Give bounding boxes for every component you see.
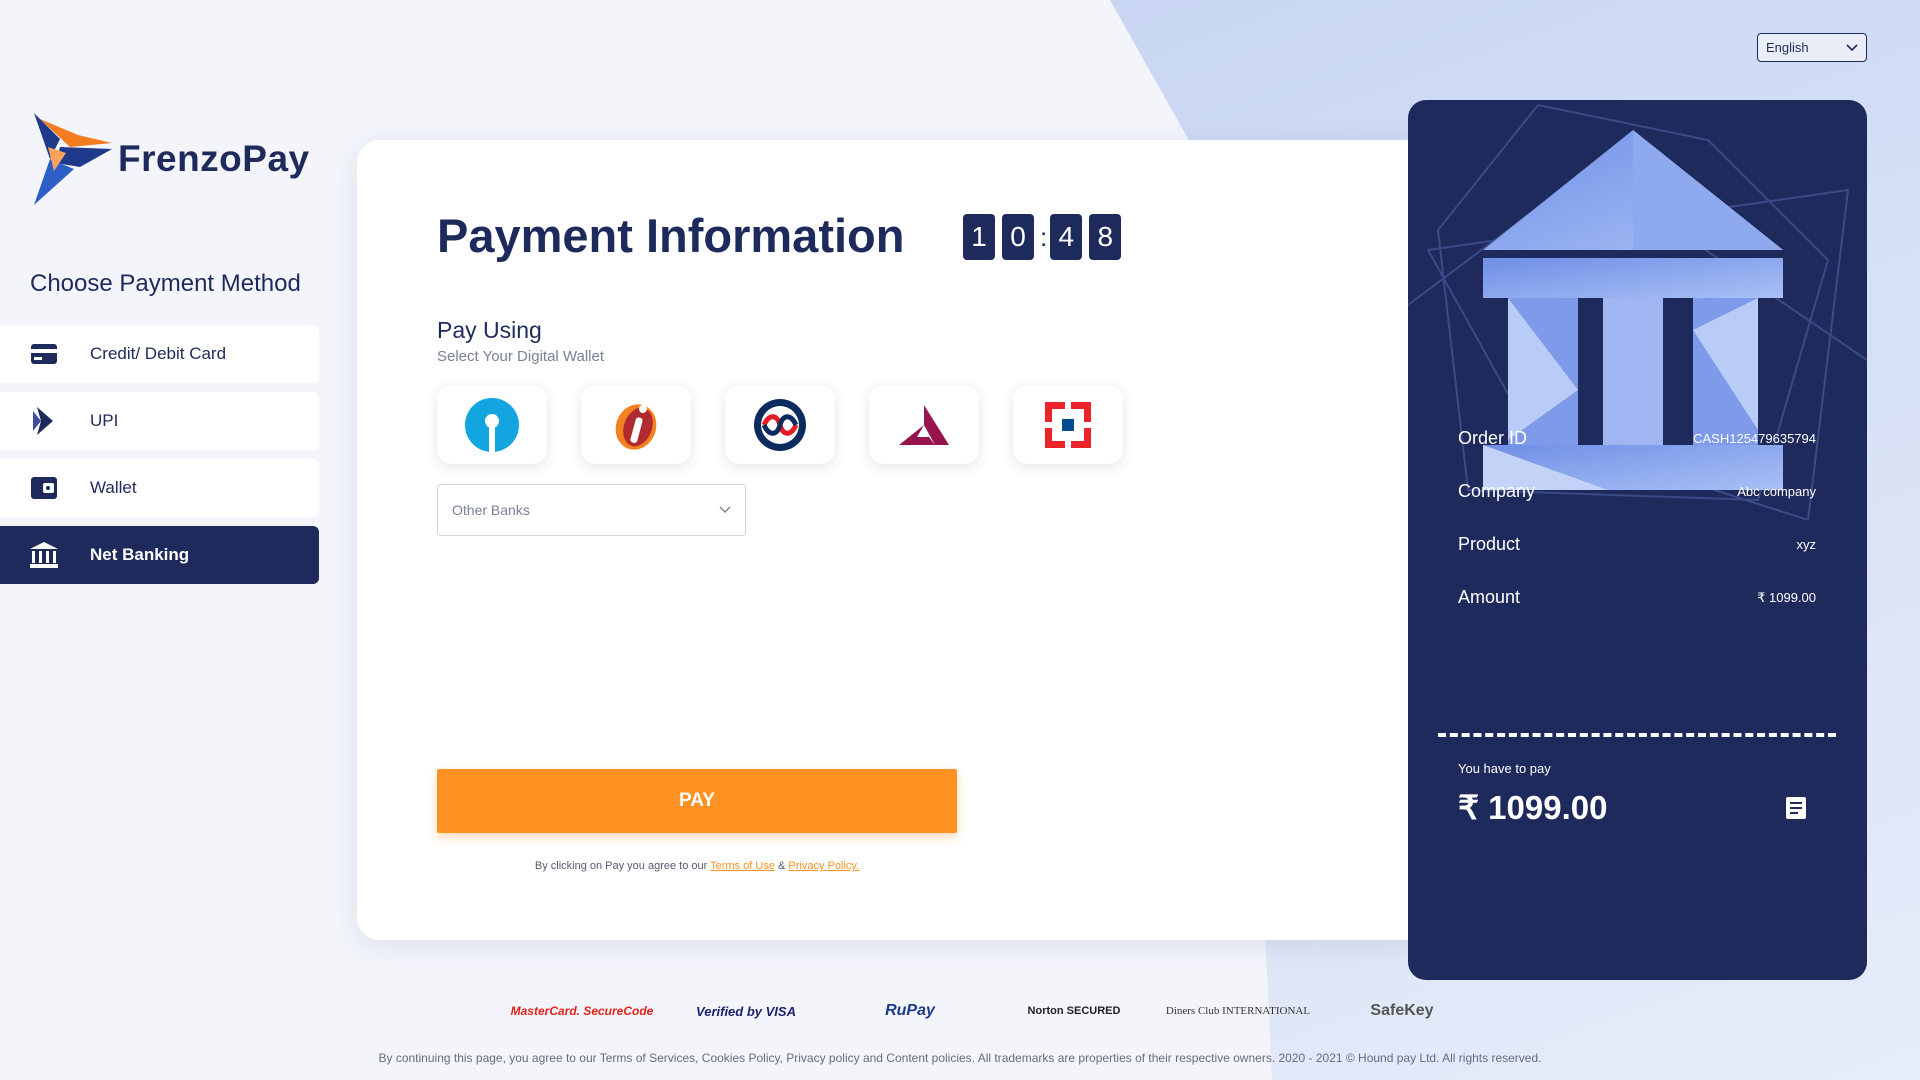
agreement-text: By clicking on Pay you agree to our Term… (437, 860, 957, 872)
other-banks-placeholder: Other Banks (452, 502, 530, 518)
order-id-row: Order ID CASH125479635794 (1458, 428, 1816, 449)
order-summary-panel: Order ID CASH125479635794 Company Abc co… (1408, 100, 1867, 980)
hdfc-logo-icon (1044, 401, 1092, 449)
language-value: English (1766, 40, 1809, 55)
card-icon (29, 340, 59, 368)
timer-digit: 1 (963, 214, 995, 260)
footer-legal-text: By continuing this page, you agree to ou… (378, 1051, 1542, 1065)
norton-secured-logo: Norton SECURED (1027, 1005, 1121, 1017)
company-label: Company (1458, 481, 1536, 501)
terms-link[interactable]: Terms of Use (710, 860, 775, 872)
wallet-icon (29, 474, 59, 502)
nav-item-wallet[interactable]: Wallet (0, 459, 319, 517)
nav-item-card[interactable]: Credit/ Debit Card (0, 325, 319, 383)
company-value: Abc company (1737, 484, 1816, 499)
nav-label-wallet: Wallet (90, 478, 137, 497)
amount-row: Amount ₹ 1099.00 (1458, 587, 1816, 608)
nav-label-card: Credit/ Debit Card (90, 344, 227, 363)
select-wallet-subtitle: Select Your Digital Wallet (437, 348, 605, 365)
timer-digit: 0 (1002, 214, 1034, 260)
company-row: Company Abc company (1458, 481, 1816, 502)
product-label: Product (1458, 534, 1521, 554)
total-amount: ₹ 1099.00 (1458, 789, 1608, 826)
other-banks-select[interactable]: Other Banks (437, 484, 746, 536)
chevron-down-icon (719, 506, 731, 513)
timer-digit: 8 (1089, 214, 1122, 260)
pay-button[interactable]: PAY (437, 769, 957, 833)
you-have-to-pay-label: You have to pay (1458, 761, 1551, 776)
verified-by-visa-logo: Verified by VISA (696, 1003, 796, 1019)
agreement-and: & (778, 860, 786, 872)
amount-value: ₹ 1099.00 (1757, 589, 1816, 605)
dashed-divider (1438, 733, 1836, 737)
product-row: Product xyz (1458, 534, 1816, 555)
sbi-logo-icon (465, 398, 519, 453)
nav-label-net-banking: Net Banking (90, 545, 190, 564)
product-value: xyz (1796, 537, 1817, 552)
rupay-logo: RuPay (885, 1002, 935, 1019)
nav-item-net-banking[interactable]: Net Banking (0, 526, 319, 584)
order-id-value: CASH125479635794 (1693, 431, 1816, 446)
bank-icon (29, 541, 59, 569)
bank-options (437, 386, 1157, 464)
frenzopay-logo-icon (34, 113, 112, 205)
order-id-label: Order ID (1458, 428, 1528, 448)
kotak-logo-icon (754, 399, 806, 451)
axis-logo-icon (899, 405, 949, 445)
page-title: Payment Information (437, 209, 905, 262)
partner-logos: MasterCard. SecureCode Verified by VISA … (500, 1002, 1484, 1020)
privacy-link[interactable]: Privacy Policy. (788, 860, 859, 872)
chevron-down-icon (1846, 43, 1858, 51)
amount-label: Amount (1458, 587, 1521, 607)
icici-logo-icon (615, 404, 657, 450)
nav-label-upi: UPI (90, 411, 119, 430)
choose-payment-title: Choose Payment Method (30, 270, 301, 297)
timer-colon: : (1040, 221, 1048, 252)
payment-method-nav: Credit/ Debit Card UPI Wallet Net Bankin… (0, 325, 319, 593)
bank-option-kotak[interactable] (725, 386, 835, 464)
bank-option-axis[interactable] (869, 386, 979, 464)
mastercard-securecode-logo: MasterCard. SecureCode (510, 1004, 654, 1018)
pay-using-heading: Pay Using (437, 317, 542, 343)
agreement-prefix: By clicking on Pay you agree to our (534, 860, 708, 872)
timer-digit: 4 (1050, 214, 1083, 260)
bank-building-illustration (1408, 104, 1867, 520)
nav-item-upi[interactable]: UPI (0, 392, 319, 450)
brand-name: FrenzoPay (118, 138, 310, 179)
upi-icon (29, 407, 59, 435)
diners-club-logo: Diners Club INTERNATIONAL (1165, 1004, 1311, 1017)
receipt-icon[interactable] (1785, 796, 1807, 820)
language-select[interactable]: English (1757, 33, 1867, 62)
bank-option-sbi[interactable] (437, 386, 547, 464)
safekey-logo: SafeKey (1370, 1002, 1434, 1019)
countdown-timer: 1 0 : 4 8 (963, 214, 1128, 260)
bank-option-icici[interactable] (581, 386, 691, 464)
bank-option-hdfc[interactable] (1013, 386, 1123, 464)
brand-logo[interactable]: FrenzoPay (30, 113, 310, 205)
